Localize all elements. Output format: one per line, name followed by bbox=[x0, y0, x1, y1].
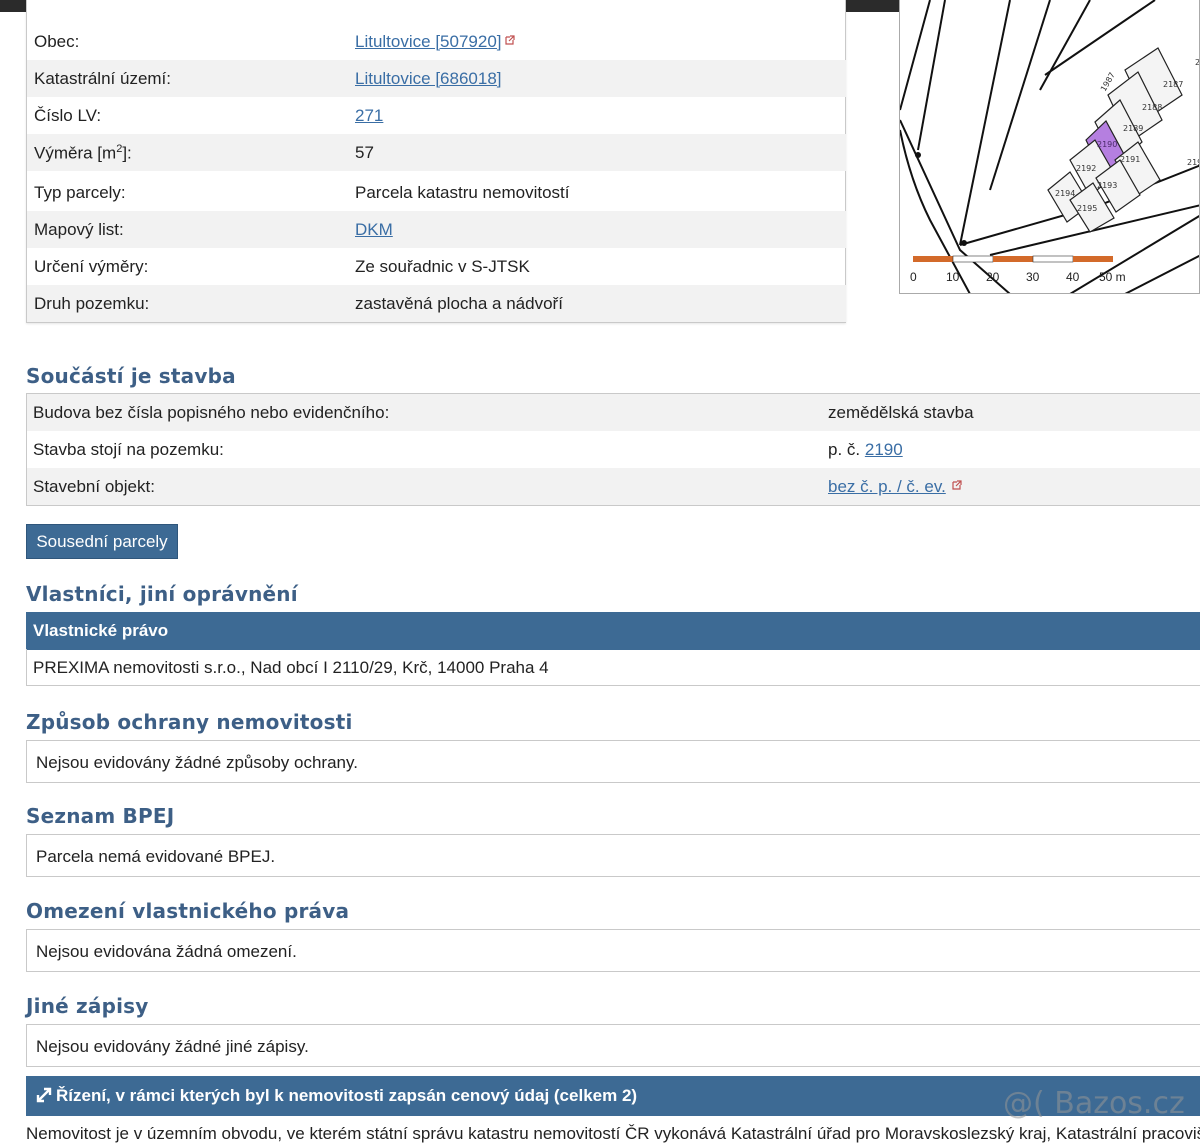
watermark: @( Bazos.cz bbox=[1003, 1086, 1185, 1121]
row-obec: Obec: Litultovice [507920] bbox=[27, 23, 846, 60]
stavba-table: Budova bez čísla popisného nebo evidenčn… bbox=[26, 393, 1200, 506]
row-urceni-vymery: Určení výměry: Ze souřadnic v S-JTSK bbox=[27, 248, 846, 285]
value-urceni-vymery: Ze souřadnic v S-JTSK bbox=[355, 257, 530, 276]
owner-row: PREXIMA nemovitosti s.r.o., Nad obcí I 2… bbox=[26, 649, 1200, 686]
link-parcela-2190[interactable]: 2190 bbox=[865, 440, 903, 459]
value-druh-pozemku: zastavěná plocha a nádvoří bbox=[355, 294, 563, 313]
svg-text:40: 40 bbox=[1066, 270, 1080, 284]
svg-text:2195: 2195 bbox=[1077, 204, 1097, 213]
row-cislo-lv: Číslo LV: 271 bbox=[27, 97, 846, 134]
svg-text:2: 2 bbox=[1195, 58, 1200, 67]
link-obec[interactable]: Litultovice [507920] bbox=[355, 32, 502, 51]
jine-text: Nejsou evidovány žádné jiné zápisy. bbox=[36, 1037, 309, 1056]
section-title-jine: Jiné zápisy bbox=[26, 994, 149, 1018]
map-canvas: 1987 2187 2188 2189 2190 2191 2192 2193 … bbox=[900, 0, 1200, 293]
row-vymera: Výměra [m2]: 57 bbox=[27, 134, 846, 171]
svg-text:2191: 2191 bbox=[1120, 155, 1140, 164]
svg-text:2192: 2192 bbox=[1076, 164, 1096, 173]
svg-text:0: 0 bbox=[910, 270, 917, 284]
value-budova: zemědělská stavba bbox=[828, 403, 974, 422]
svg-text:2188: 2188 bbox=[1142, 103, 1162, 112]
ochrana-text: Nejsou evidovány žádné způsoby ochrany. bbox=[36, 753, 358, 772]
cadastral-map[interactable]: 1987 2187 2188 2189 2190 2191 2192 2193 … bbox=[899, 0, 1200, 294]
svg-text:2190: 2190 bbox=[1097, 140, 1117, 149]
omezeni-text: Nejsou evidována žádná omezení. bbox=[36, 942, 297, 961]
rizeni-header-text: Řízení, v rámci kterých byl k nemovitost… bbox=[56, 1086, 638, 1105]
ochrana-box: Nejsou evidovány žádné způsoby ochrany. bbox=[26, 740, 1200, 783]
label-druh-pozemku: Druh pozemku: bbox=[34, 294, 150, 313]
link-mapovy-list[interactable]: DKM bbox=[355, 220, 393, 239]
label-typ-parcely: Typ parcely: bbox=[34, 183, 126, 202]
value-prefix-pc: p. č. bbox=[828, 440, 865, 459]
sousedni-parcely-button[interactable]: Sousední parcely bbox=[26, 524, 178, 559]
label-stavba-pozemek: Stavba stojí na pozemku: bbox=[33, 440, 224, 459]
jine-box: Nejsou evidovány žádné jiné zápisy. bbox=[26, 1024, 1200, 1067]
map-scale-bar bbox=[913, 255, 1113, 263]
svg-text:50 m: 50 m bbox=[1099, 270, 1126, 284]
section-title-stavba: Součástí je stavba bbox=[26, 364, 236, 388]
bpej-box: Parcela nemá evidované BPEJ. bbox=[26, 834, 1200, 877]
section-title-omezeni: Omezení vlastnického práva bbox=[26, 899, 350, 923]
parcel-info-table: Obec: Litultovice [507920] Katastrální ú… bbox=[26, 0, 846, 323]
label-mapovy-list: Mapový list: bbox=[34, 220, 124, 239]
owner-text: PREXIMA nemovitosti s.r.o., Nad obcí I 2… bbox=[33, 658, 549, 677]
row-typ-parcely: Typ parcely: Parcela katastru nemovitost… bbox=[27, 174, 846, 211]
link-katastralni-uzemi[interactable]: Litultovice [686018] bbox=[355, 69, 502, 88]
label-obec: Obec: bbox=[34, 32, 80, 51]
section-title-bpej: Seznam BPEJ bbox=[26, 804, 175, 828]
external-link-icon[interactable] bbox=[504, 35, 515, 45]
row-mapovy-list: Mapový list: DKM bbox=[27, 211, 846, 248]
expand-arrow-icon bbox=[36, 1087, 52, 1103]
bpej-text: Parcela nemá evidované BPEJ. bbox=[36, 847, 276, 866]
svg-text:2189: 2189 bbox=[1123, 124, 1143, 133]
omezeni-box: Nejsou evidována žádná omezení. bbox=[26, 929, 1200, 972]
value-vymera: 57 bbox=[355, 143, 374, 162]
svg-text:2194: 2194 bbox=[1055, 189, 1075, 198]
row-stavebni-objekt: Stavební objekt: bez č. p. / č. ev. bbox=[27, 468, 1200, 505]
link-stavebni-objekt[interactable]: bez č. p. / č. ev. bbox=[828, 477, 946, 496]
svg-text:30: 30 bbox=[1026, 270, 1040, 284]
value-typ-parcely: Parcela katastru nemovitostí bbox=[355, 183, 570, 202]
svg-text:20: 20 bbox=[986, 270, 1000, 284]
label-budova: Budova bez čísla popisného nebo evidenčn… bbox=[33, 403, 390, 422]
label-vymera: Výměra [m2]: bbox=[34, 143, 132, 163]
footer-cut-text: Nemovitost je v územním obvodu, ve které… bbox=[26, 1124, 1200, 1143]
label-katastralni-uzemi: Katastrální území: bbox=[34, 69, 172, 88]
label-stavebni-objekt: Stavební objekt: bbox=[33, 477, 155, 496]
svg-text:2187: 2187 bbox=[1163, 80, 1183, 89]
vlastnicke-pravo-header: Vlastnické právo bbox=[26, 612, 1200, 650]
svg-text:2193: 2193 bbox=[1097, 181, 1117, 190]
label-cislo-lv: Číslo LV: bbox=[34, 106, 102, 125]
label-urceni-vymery: Určení výměry: bbox=[34, 257, 149, 276]
svg-text:10: 10 bbox=[946, 270, 960, 284]
section-title-vlastnici: Vlastníci, jiní oprávnění bbox=[26, 582, 298, 606]
row-budova: Budova bez čísla popisného nebo evidenčn… bbox=[27, 394, 1200, 431]
link-cislo-lv[interactable]: 271 bbox=[355, 106, 383, 125]
svg-text:219: 219 bbox=[1187, 158, 1200, 167]
row-druh-pozemku: Druh pozemku: zastavěná plocha a nádvoří bbox=[27, 285, 846, 322]
section-title-ochrana: Způsob ochrany nemovitosti bbox=[26, 710, 353, 734]
external-link-icon[interactable] bbox=[952, 480, 962, 490]
row-katastralni-uzemi: Katastrální území: Litultovice [686018] bbox=[27, 60, 846, 97]
row-stavba-pozemek: Stavba stojí na pozemku: p. č. 2190 bbox=[27, 431, 1200, 468]
